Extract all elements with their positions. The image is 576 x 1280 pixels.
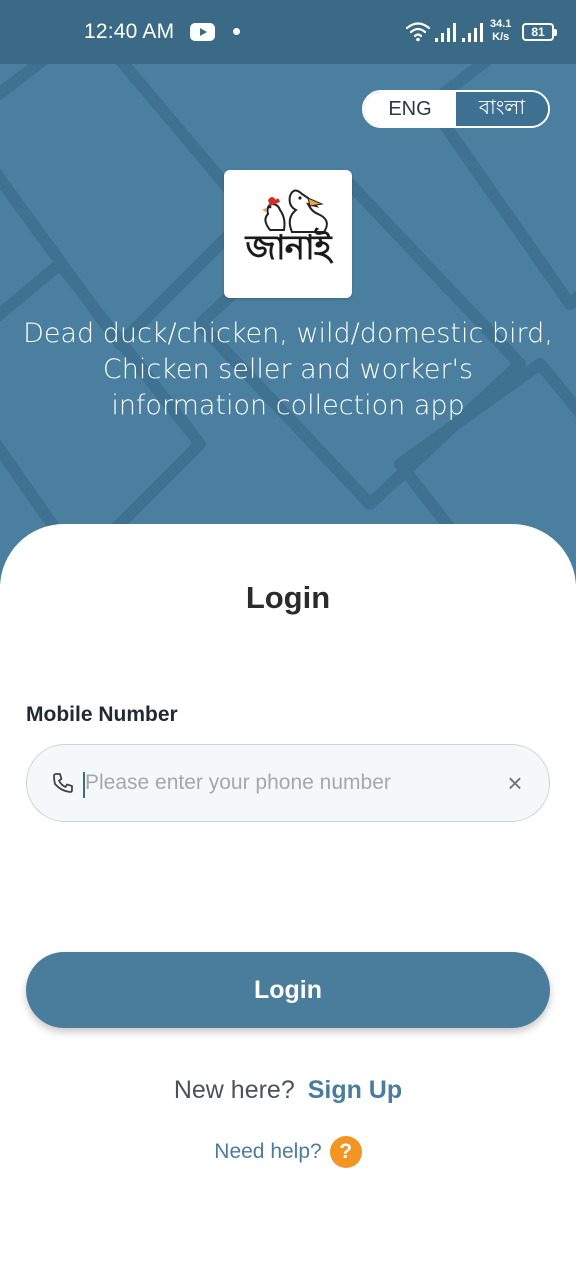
- wifi-icon: [405, 22, 431, 42]
- logo-wordmark: জানাই: [245, 228, 331, 268]
- status-time: 12:40 AM: [84, 20, 175, 43]
- notification-dot-icon: [233, 28, 240, 35]
- network-speed-value: 34.1: [490, 18, 512, 30]
- help-row: Need help? ?: [0, 1136, 576, 1168]
- tagline-line-1: Dead duck/chicken, wild/domestic bird,: [23, 318, 553, 349]
- new-here-text: New here?: [173, 1076, 295, 1104]
- battery-icon: 81: [522, 23, 557, 41]
- clear-icon[interactable]: ×: [501, 769, 529, 797]
- app-logo: জানাই: [224, 170, 352, 298]
- youtube-icon: [190, 23, 215, 41]
- language-option-english[interactable]: ENG: [364, 92, 456, 126]
- phone-icon: [53, 773, 73, 793]
- login-button[interactable]: Login: [26, 952, 550, 1028]
- help-question-icon[interactable]: ?: [329, 1136, 362, 1168]
- need-help-link[interactable]: Need help?: [214, 1140, 321, 1164]
- app-tagline: Dead duck/chicken, wild/domestic bird, C…: [0, 316, 576, 424]
- language-toggle: ENG বাংলা: [362, 90, 550, 128]
- battery-level: 81: [531, 25, 545, 39]
- signup-row: New here? Sign Up: [0, 1076, 576, 1105]
- sign-up-link[interactable]: Sign Up: [308, 1076, 402, 1104]
- tagline-line-2: Chicken seller and worker's: [102, 354, 474, 385]
- signal-icon: [462, 23, 483, 42]
- tagline-line-3: information collection app: [111, 390, 465, 421]
- network-speed: 34.1 K/s: [490, 18, 511, 44]
- page-title: Login: [245, 580, 331, 615]
- signal-icon: [435, 23, 456, 42]
- phone-number-field[interactable]: ×: [26, 744, 550, 822]
- language-option-bangla[interactable]: বাংলা: [456, 92, 548, 126]
- network-speed-unit: K/s: [492, 31, 510, 43]
- phone-number-input[interactable]: [85, 763, 485, 803]
- status-bar: 12:40 AM 34.1 K/s 81: [0, 0, 576, 64]
- mobile-number-label: Mobile Number: [26, 703, 178, 726]
